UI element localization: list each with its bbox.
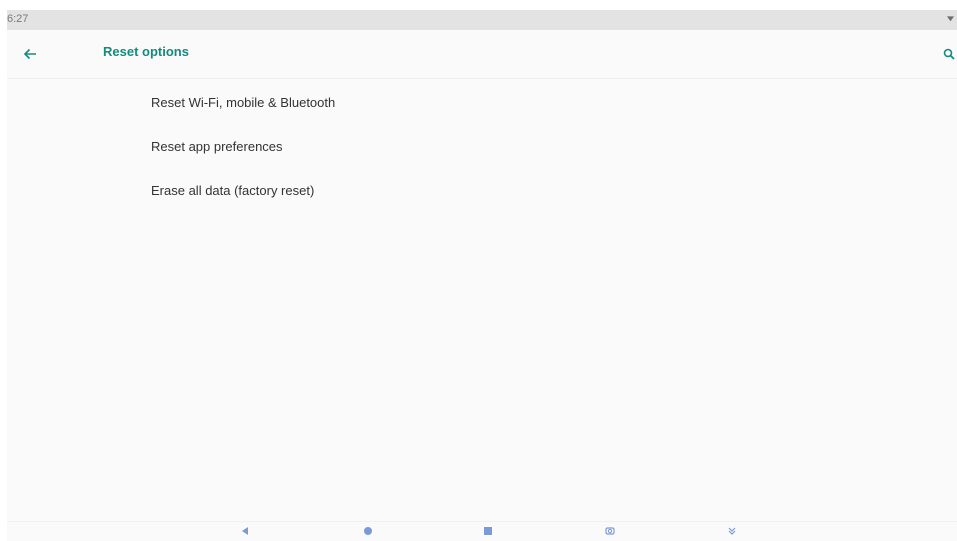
nav-home-button[interactable] bbox=[361, 526, 375, 540]
wifi-icon bbox=[947, 16, 954, 22]
home-circle-icon bbox=[364, 527, 372, 535]
nav-recents-button[interactable] bbox=[481, 526, 495, 540]
status-bar: 6:27 bbox=[7, 10, 957, 30]
nav-screenshot-button[interactable] bbox=[603, 526, 617, 540]
option-reset-app-preferences[interactable]: Reset app preferences bbox=[7, 124, 957, 168]
back-button[interactable] bbox=[19, 43, 41, 65]
back-triangle-icon bbox=[242, 527, 248, 535]
hide-nav-icon bbox=[728, 527, 736, 535]
option-label: Reset Wi-Fi, mobile & Bluetooth bbox=[151, 94, 336, 110]
navigation-bar bbox=[7, 521, 957, 541]
screenshot-icon bbox=[605, 527, 615, 535]
device-screen: 6:27 Reset options Reset Wi-Fi, mobile &… bbox=[7, 10, 957, 541]
page-title: Reset options bbox=[103, 44, 189, 59]
arrow-back-icon bbox=[23, 48, 36, 60]
status-time: 6:27 bbox=[7, 13, 29, 25]
search-button[interactable] bbox=[943, 43, 957, 65]
app-bar: Reset options bbox=[7, 30, 957, 79]
option-factory-reset[interactable]: Erase all data (factory reset) bbox=[7, 168, 957, 212]
nav-hide-button[interactable] bbox=[725, 526, 739, 540]
nav-back-button[interactable] bbox=[238, 526, 252, 540]
recents-square-icon bbox=[484, 527, 492, 535]
option-reset-network[interactable]: Reset Wi-Fi, mobile & Bluetooth bbox=[7, 80, 957, 124]
search-icon bbox=[943, 48, 955, 60]
option-label: Erase all data (factory reset) bbox=[151, 182, 315, 198]
reset-options-list: Reset Wi-Fi, mobile & Bluetooth Reset ap… bbox=[7, 80, 957, 212]
option-label: Reset app preferences bbox=[151, 138, 283, 154]
